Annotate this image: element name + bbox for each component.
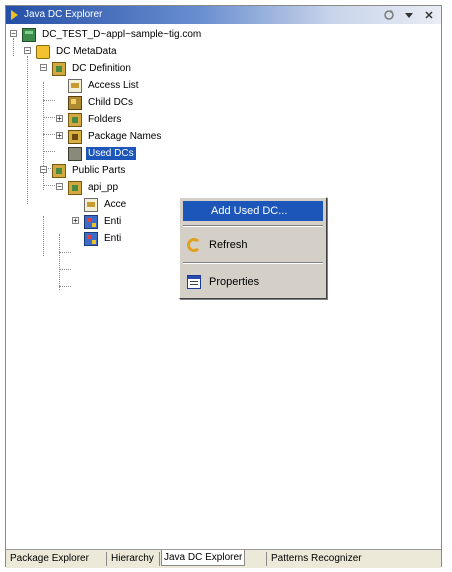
tree-node-label: Enti [104, 233, 122, 244]
tab-hierarchy[interactable]: Hierarchy [109, 551, 156, 567]
menu-item-label: Refresh [209, 239, 248, 251]
metadata-icon [36, 44, 50, 59]
tree-node-pp-entities-2[interactable]: Enti [84, 230, 123, 247]
sync-icon[interactable] [381, 7, 397, 23]
tree-node-used-dcs[interactable]: Used DCs [68, 145, 136, 162]
collapse-toggle[interactable]: − [40, 64, 47, 72]
tab-java-dc-explorer[interactable]: Java DC Explorer [161, 550, 246, 566]
menu-separator [183, 225, 323, 227]
collapse-toggle[interactable]: − [40, 166, 47, 174]
view-title-bar: Java DC Explorer [6, 6, 441, 24]
tab-patterns-recognizer[interactable]: Patterns Recognizer [269, 551, 364, 567]
tree-node-pp-access[interactable]: Acce [84, 196, 128, 213]
entity-icon [84, 214, 98, 229]
public-parts-icon [52, 163, 66, 178]
tree-node-child-dcs[interactable]: Child DCs [68, 94, 135, 111]
menu-separator [183, 262, 323, 264]
tree-node-label: Package Names [88, 131, 162, 142]
tree-node-project[interactable]: DC_TEST_D~appl~sample~tig.com [22, 26, 203, 43]
public-part-icon [68, 180, 82, 195]
tree-node-public-parts[interactable]: Public Parts [52, 162, 127, 179]
tree-node-label: Child DCs [88, 97, 134, 108]
tree-node-pp-entities-1[interactable]: Enti [84, 213, 123, 230]
menu-item-refresh[interactable]: Refresh [183, 235, 323, 255]
tree-node-label: DC_TEST_D~appl~sample~tig.com [42, 29, 202, 40]
folders-icon [68, 112, 82, 127]
tree-node-label: Public Parts [72, 165, 126, 176]
tree-node-label: Folders [88, 114, 122, 125]
tree-node-label: Enti [104, 216, 122, 227]
menu-item-properties[interactable]: Properties [183, 272, 323, 292]
close-icon[interactable] [421, 7, 437, 23]
tree-node-package-names[interactable]: Package Names [68, 128, 163, 145]
tree-node-label: api_pp [88, 182, 119, 193]
project-icon [22, 27, 36, 42]
view-tab-bar: Package Explorer Hierarchy Java DC Explo… [6, 549, 441, 568]
tree-node-metadata[interactable]: DC MetaData [36, 43, 119, 60]
tree-node-dc-definition[interactable]: DC Definition [52, 60, 133, 77]
expand-toggle[interactable]: + [56, 132, 63, 140]
expand-toggle[interactable]: + [56, 115, 63, 123]
tree-node-label: Access List [88, 80, 139, 91]
menu-item-label: Properties [209, 276, 260, 288]
view-arrow-icon [11, 10, 18, 20]
used-dcs-icon [68, 146, 82, 161]
properties-icon [187, 275, 201, 289]
expand-toggle[interactable]: + [72, 217, 79, 225]
dc-definition-icon [52, 61, 66, 76]
tree-node-api-pp[interactable]: api_pp [68, 179, 120, 196]
collapse-toggle[interactable]: − [24, 47, 31, 55]
tree-node-folders[interactable]: Folders [68, 111, 123, 128]
collapse-toggle[interactable]: − [10, 30, 17, 38]
tree-node-label: Used DCs [86, 147, 136, 160]
refresh-icon [187, 238, 201, 252]
tree-node-access-list[interactable]: Access List [68, 77, 141, 94]
tree-node-label: DC MetaData [56, 46, 117, 57]
tree-node-label: Acce [104, 199, 127, 210]
access-list-icon [84, 197, 98, 212]
tab-package-explorer[interactable]: Package Explorer [8, 551, 91, 567]
package-names-icon [68, 129, 82, 144]
view-title: Java DC Explorer [24, 9, 103, 20]
menu-item-label: Add Used DC... [211, 205, 288, 217]
child-dcs-icon [68, 95, 82, 110]
entity-icon [84, 231, 98, 246]
access-list-icon [68, 78, 82, 93]
menu-item-add-used-dc[interactable]: Add Used DC... [183, 201, 323, 221]
tree-node-label: DC Definition [72, 63, 131, 74]
context-menu: Add Used DC... Refresh Properties [179, 197, 327, 299]
collapse-toggle[interactable]: − [56, 183, 63, 191]
view-menu-icon[interactable] [401, 7, 417, 23]
